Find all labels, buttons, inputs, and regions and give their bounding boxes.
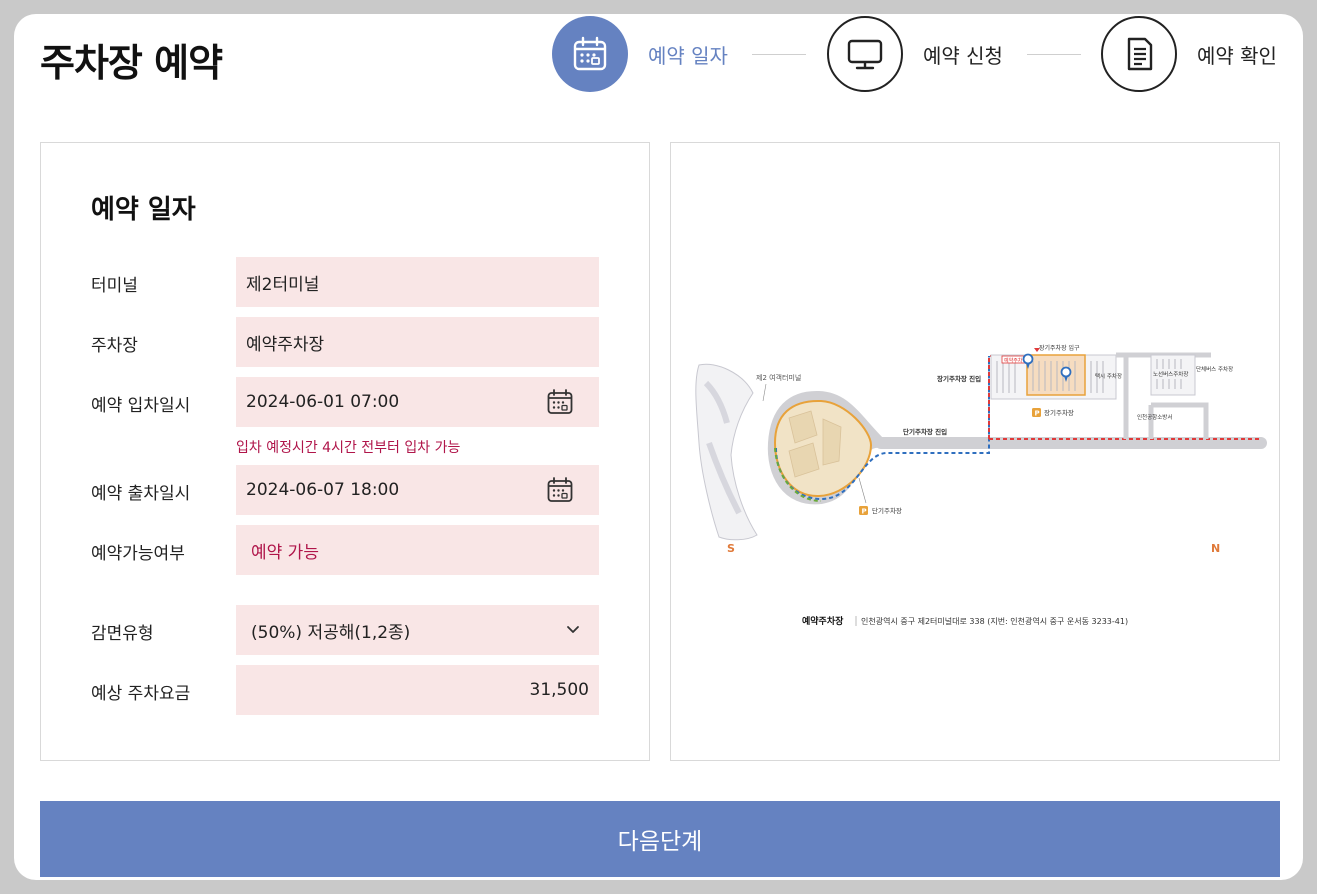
fire-station-label: 인천공항소방서: [1137, 413, 1172, 421]
exit-datetime-value: 2024-06-07 18:00: [246, 480, 400, 500]
entry-datetime-label: 예약 입차일시: [91, 396, 191, 416]
parking-field[interactable]: 예약주차장: [236, 317, 599, 367]
parking-p-text: P: [862, 508, 867, 516]
short-term-label: 단기주차장: [872, 506, 902, 515]
parking-map-panel: 제2 여객터미널 예약주차 장기주차장 입구 장기주차장 진입 택시 주차장 P…: [670, 142, 1280, 761]
entry-hint: 입차 예정시간 4시간 전부터 입차 가능: [236, 440, 461, 456]
step-divider: [752, 54, 806, 55]
availability-value: 예약 가능: [251, 542, 319, 563]
group-bus-label: 단체버스 주차장: [1196, 365, 1233, 373]
long-term-approach-label: 장기주차장 진입: [937, 374, 981, 383]
long-term-entry-label: 장기주차장 입구: [1039, 344, 1080, 352]
parking-p-text: P: [1035, 410, 1040, 418]
step-label: 예약 일자: [648, 43, 728, 68]
estimated-fee-field: 31,500: [236, 665, 599, 715]
leader-line: [762, 383, 767, 402]
short-term-entry-label: 단기주차장 진입: [903, 427, 947, 436]
estimated-fee-value: 31,500: [529, 680, 589, 700]
map-caption-title: 예약주차장: [802, 615, 844, 627]
step-reservation-date[interactable]: 예약 일자: [552, 16, 728, 92]
terminal-label: 터미널: [91, 276, 138, 296]
reservation-form-panel: 예약 일자 터미널 제2터미널 주차장 예약주차장 예약 입차일시 2024-0…: [40, 142, 650, 761]
bus-parking-label: 노선버스주차장: [1153, 370, 1188, 378]
exit-datetime-field[interactable]: 2024-06-07 18:00: [236, 465, 599, 515]
discount-type-select[interactable]: (50%) 저공해(1,2종): [236, 605, 599, 655]
availability-label: 예약가능여부: [91, 544, 185, 564]
terminal-label: 제2 여객터미널: [756, 373, 801, 382]
monitor-icon: [827, 16, 903, 92]
terminal-building: [695, 363, 758, 541]
reserved-badge-text: 예약주차: [1004, 357, 1023, 364]
terminal-field[interactable]: 제2터미널: [236, 257, 599, 307]
entry-datetime-value: 2024-06-01 07:00: [246, 392, 400, 412]
exit-datetime-label: 예약 출차일시: [91, 484, 191, 504]
step-reservation-confirm[interactable]: 예약 확인: [1101, 16, 1277, 92]
page-title: 주차장 예약: [40, 41, 223, 85]
reserved-parking-area[interactable]: [1026, 354, 1086, 396]
long-term-label: 장기주차장: [1044, 408, 1074, 417]
map-caption-address: 인천광역시 중구 제2터미널대로 338 (지번: 인천광역시 중구 운서동 3…: [861, 616, 1128, 626]
parking-map[interactable]: 제2 여객터미널 예약주차 장기주차장 입구 장기주차장 진입 택시 주차장 P…: [671, 143, 1279, 760]
discount-type-value: (50%) 저공해(1,2종): [251, 622, 411, 643]
calendar-icon: [552, 16, 628, 92]
terminal-value: 제2터미널: [246, 274, 320, 295]
estimated-fee-label: 예상 주차요금: [91, 684, 191, 704]
compass-south: S: [727, 542, 735, 555]
leader-line: [858, 477, 867, 504]
availability-field: 예약 가능: [236, 525, 599, 575]
compass-north: N: [1211, 542, 1220, 555]
parking-value: 예약주차장: [246, 334, 325, 355]
chevron-down-icon: [567, 626, 579, 633]
step-label: 예약 신청: [923, 43, 1003, 68]
step-label: 예약 확인: [1197, 43, 1277, 68]
reservation-window: 주차장 예약 예약 일자 예약 신청 예약 확인 예약 일자 터미널 제2터미널…: [14, 14, 1303, 880]
step-divider: [1027, 54, 1081, 55]
next-step-button[interactable]: 다음단계: [40, 801, 1280, 877]
discount-type-label: 감면유형: [91, 624, 154, 644]
calendar-icon[interactable]: [547, 477, 573, 503]
parking-label: 주차장: [91, 336, 138, 356]
calendar-icon[interactable]: [547, 389, 573, 415]
step-reservation-apply[interactable]: 예약 신청: [827, 16, 1003, 92]
document-icon: [1101, 16, 1177, 92]
taxi-parking-label: 택시 주차장: [1095, 372, 1122, 380]
form-title: 예약 일자: [91, 195, 196, 225]
entry-datetime-field[interactable]: 2024-06-01 07:00: [236, 377, 599, 427]
